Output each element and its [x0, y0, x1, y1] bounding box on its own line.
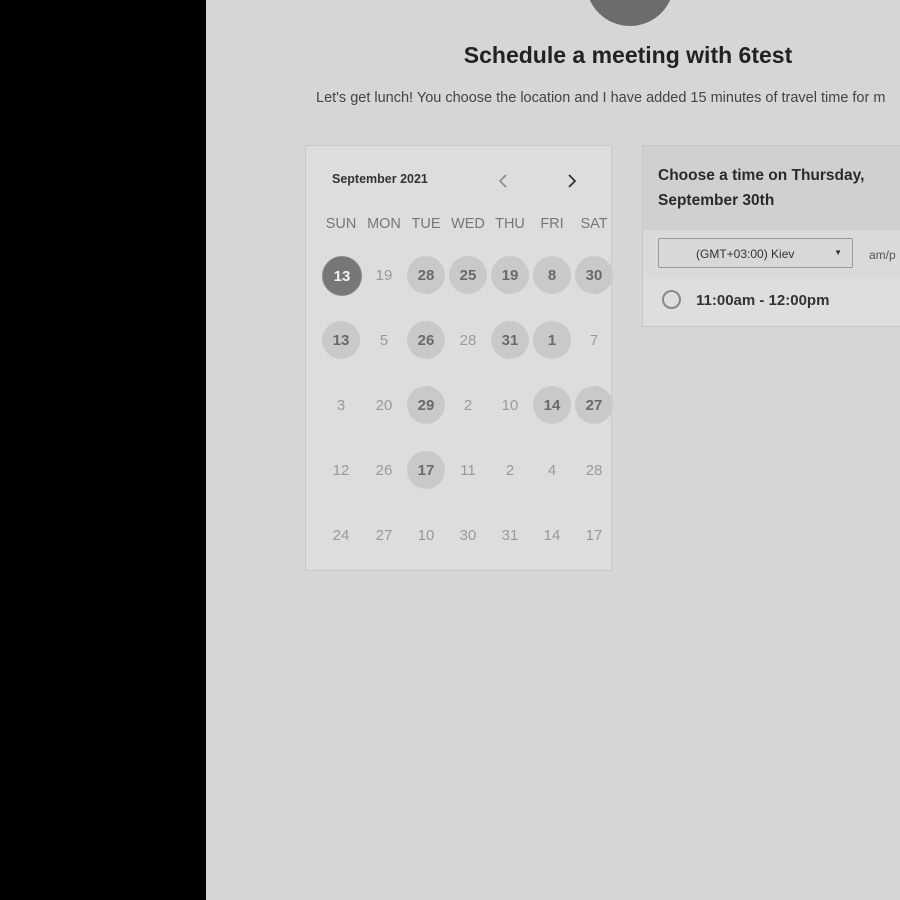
caret-down-icon: ▼ — [834, 248, 842, 257]
time-picker: Choose a time on Thursday, September 30t… — [642, 145, 900, 327]
timezone-select[interactable]: (GMT+03:00) Kiev ▼ — [658, 238, 853, 268]
prev-month-button[interactable] — [490, 168, 516, 194]
calendar-day: 3 — [336, 396, 346, 414]
weekday-label: TUE — [411, 216, 441, 232]
weekday-label: SUN — [325, 216, 357, 232]
calendar-day: 24 — [332, 526, 350, 544]
calendar-day: 26 — [375, 461, 393, 479]
time-picker-header: Choose a time on Thursday, September 30t… — [643, 146, 900, 230]
calendar-day: 12 — [332, 461, 350, 479]
calendar-day: 14 — [543, 526, 561, 544]
weekday-label: SAT — [580, 216, 608, 232]
calendar-day[interactable]: 29 — [407, 386, 445, 424]
calendar-day[interactable]: 31 — [491, 321, 529, 359]
host-avatar — [586, 0, 674, 26]
calendar-day: 4 — [547, 461, 557, 479]
date-picker: September 2021 SUN MON TUE WED THU FRI SAT 13 1… — [305, 145, 613, 571]
scheduling-page: Schedule a meeting with 6test Let's get … — [206, 0, 900, 900]
page-title: Schedule a meeting with 6test — [463, 42, 793, 68]
calendar-day[interactable]: 26 — [407, 321, 445, 359]
calendar-day: 30 — [459, 526, 477, 544]
chevron-right-icon — [568, 174, 577, 188]
calendar-day: 28 — [585, 461, 603, 479]
calendar-day: 27 — [375, 526, 393, 544]
calendar-day: 31 — [501, 526, 519, 544]
timezone-value: (GMT+03:00) Kiev — [696, 247, 795, 261]
month-label: September 2021 — [332, 172, 428, 186]
calendar-day[interactable]: 19 — [491, 256, 529, 294]
calendar-day: 28 — [459, 331, 477, 349]
calendar-day: 2 — [505, 461, 515, 479]
ampm-toggle[interactable]: am/p — [869, 248, 896, 262]
page-subtitle: Let's get lunch! You choose the location… — [316, 90, 886, 106]
weekday-label: FRI — [540, 216, 564, 232]
radio-icon[interactable] — [662, 290, 681, 309]
time-picker-heading: Choose a time on Thursday, September 30t… — [658, 167, 865, 209]
calendar-day[interactable]: 1 — [533, 321, 571, 359]
calendar-day: 19 — [375, 266, 393, 284]
calendar-day: 10 — [501, 396, 519, 414]
calendar-day[interactable]: 8 — [533, 256, 571, 294]
weekday-label: MON — [367, 216, 401, 232]
calendar-day: 11 — [460, 461, 476, 479]
calendar-day[interactable]: 25 — [449, 256, 487, 294]
calendar-day: 17 — [585, 526, 603, 544]
calendar-day: 7 — [589, 331, 599, 349]
calendar-day[interactable]: 27 — [575, 386, 613, 424]
calendar-day[interactable]: 13 — [322, 321, 360, 359]
calendar-day[interactable]: 28 — [407, 256, 445, 294]
time-slot-label: 11:00am - 12:00pm — [696, 292, 830, 309]
calendar-day[interactable]: 14 — [533, 386, 571, 424]
time-slot[interactable]: 11:00am - 12:00pm — [643, 278, 900, 326]
chevron-left-icon — [498, 174, 507, 188]
calendar-day-selected[interactable]: 13 — [322, 256, 362, 296]
calendar-day: 2 — [463, 396, 473, 414]
weekday-label: WED — [451, 216, 485, 232]
next-month-button[interactable] — [559, 168, 585, 194]
calendar-day: 5 — [379, 331, 389, 349]
calendar-day[interactable]: 30 — [575, 256, 613, 294]
calendar-day: 20 — [375, 396, 393, 414]
calendar-day: 10 — [417, 526, 435, 544]
weekday-label: THU — [495, 216, 525, 232]
calendar-day[interactable]: 17 — [407, 451, 445, 489]
